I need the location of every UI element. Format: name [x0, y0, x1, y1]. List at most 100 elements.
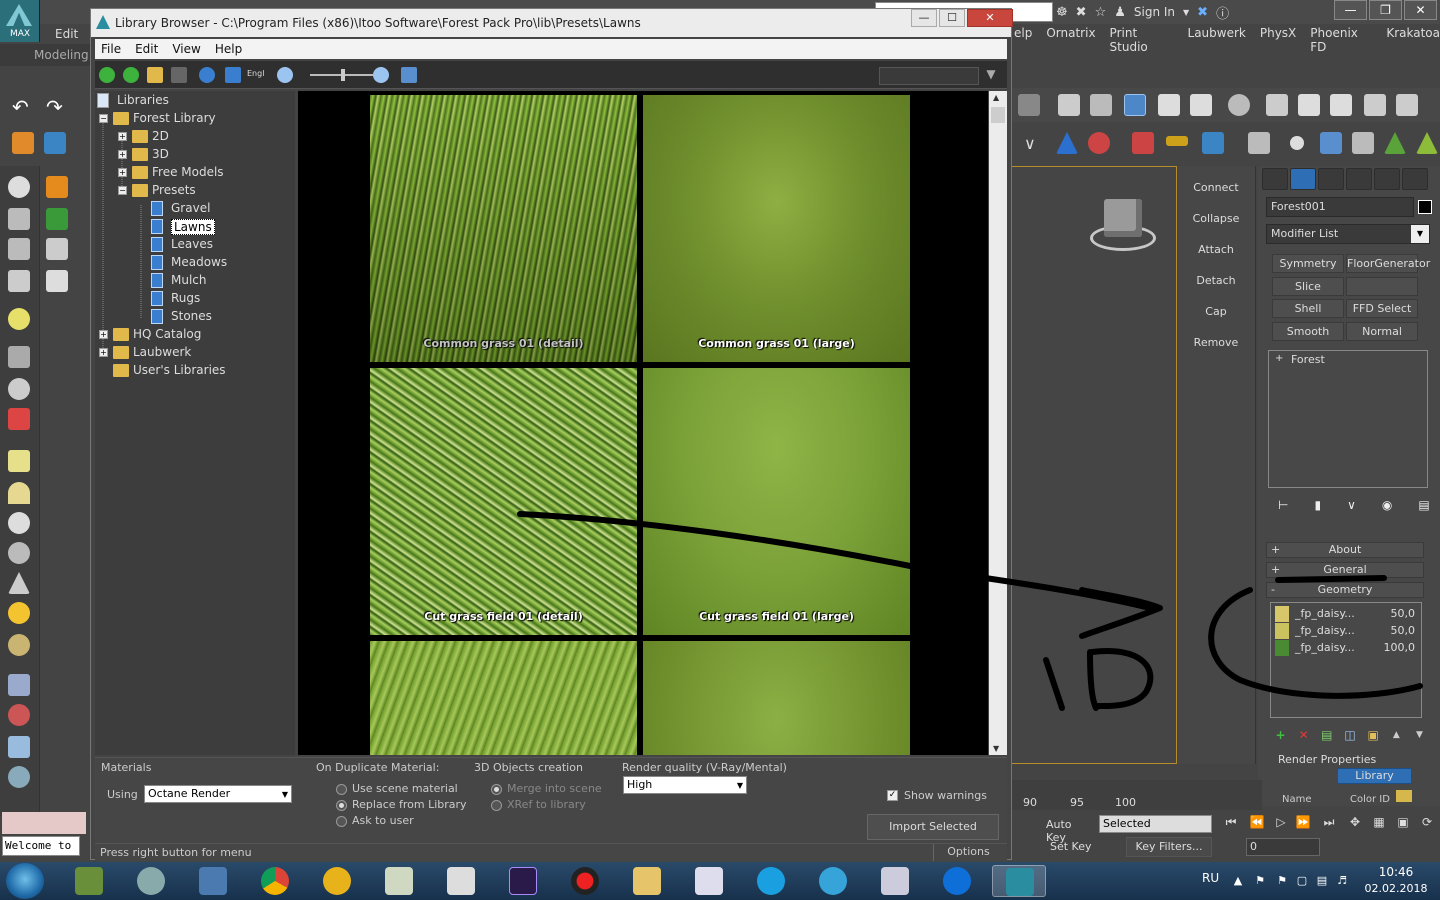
sign-in-link[interactable]: Sign In — [1134, 5, 1175, 19]
action-center-icon[interactable]: ⚑ — [1276, 874, 1288, 887]
modifier-list-dropdown[interactable]: Modifier List ▼ — [1266, 224, 1430, 244]
general-rollout[interactable]: + General — [1266, 562, 1424, 578]
maximize-button[interactable]: ☐ — [939, 9, 965, 27]
set-key-button[interactable]: Set Key — [1050, 840, 1096, 858]
ruler-icon[interactable] — [1166, 136, 1188, 146]
add-list-icon[interactable]: ▤ — [1318, 726, 1335, 744]
unlink-icon[interactable] — [44, 132, 66, 154]
taskbar-app-chrome[interactable] — [248, 865, 302, 897]
render-view-icon[interactable] — [8, 208, 30, 230]
molecule-icon[interactable] — [8, 704, 30, 726]
sort-icon[interactable] — [225, 67, 241, 83]
plane-icon[interactable] — [8, 450, 30, 472]
slice-button[interactable]: Slice — [1272, 277, 1344, 296]
color-id-swatch[interactable] — [1396, 790, 1412, 802]
sheet-icon[interactable] — [46, 270, 68, 292]
render-setup-icon[interactable] — [1266, 94, 1288, 116]
checklist-icon[interactable] — [401, 67, 417, 83]
create-tab-icon[interactable] — [1262, 168, 1288, 190]
motion-tab-icon[interactable] — [1346, 168, 1372, 190]
tree-icon[interactable] — [1416, 132, 1438, 154]
globe-icon[interactable] — [8, 378, 30, 400]
display-tab-icon[interactable] — [1374, 168, 1400, 190]
menu-phoenix-fd[interactable]: Phoenix FD — [1310, 26, 1372, 54]
library-button[interactable]: Library — [1337, 768, 1412, 784]
expand-icon[interactable]: + — [118, 132, 127, 141]
taskbar-app-after-effects[interactable] — [496, 865, 550, 897]
material-renderer-select[interactable]: Octane Render ▼ — [144, 785, 292, 803]
flag-icon[interactable]: ⚑ — [1254, 874, 1266, 887]
show-warnings-checkbox[interactable]: ✓ — [887, 790, 898, 801]
select-link-icon[interactable] — [12, 132, 34, 154]
expand-icon[interactable]: + — [118, 150, 127, 159]
close-button[interactable]: ✕ — [967, 9, 1013, 27]
light-bulb-icon[interactable] — [8, 308, 30, 330]
use-scene-material-radio[interactable]: Use scene material — [336, 782, 458, 795]
shell-button[interactable]: Shell — [1272, 299, 1344, 318]
thumbnail-item[interactable]: Cut grass field 01 (large) — [643, 368, 910, 635]
activeshade-icon[interactable] — [1396, 94, 1418, 116]
options-tab[interactable]: Options — [933, 844, 1003, 861]
film-icon[interactable] — [8, 408, 30, 430]
merge-into-scene-radio[interactable]: Merge into scene — [491, 782, 602, 795]
redo-icon[interactable]: ↷ — [46, 95, 63, 119]
move-down-icon[interactable]: ▼ — [1411, 726, 1428, 744]
import-selected-button[interactable]: Import Selected — [867, 814, 999, 840]
empty-modifier-button[interactable] — [1346, 277, 1418, 296]
disc-icon[interactable] — [8, 634, 30, 656]
particles-icon[interactable] — [8, 674, 30, 696]
object-name-field[interactable]: Forest001 — [1266, 197, 1414, 217]
paste-icon[interactable]: ▣ — [1365, 726, 1382, 744]
sphere-icon[interactable] — [1290, 136, 1304, 150]
menu-help[interactable]: Help — [215, 42, 242, 56]
copy-icon[interactable]: ◫ — [1341, 726, 1358, 744]
cone-icon[interactable] — [8, 572, 30, 594]
add-icon[interactable]: + — [1272, 726, 1289, 744]
clock-time[interactable]: 10:46 — [1366, 865, 1426, 879]
scatter-icon[interactable] — [1202, 132, 1224, 154]
minimize-button[interactable]: — — [1334, 0, 1367, 20]
taskbar-app-telegram[interactable] — [806, 865, 860, 897]
ask-to-user-radio[interactable]: Ask to user — [336, 814, 414, 827]
schematic-icon[interactable] — [1190, 94, 1212, 116]
zoom-in-icon[interactable] — [373, 67, 389, 83]
list-icon[interactable] — [8, 238, 30, 260]
laubwerk-icon[interactable] — [1132, 132, 1154, 154]
filter-icon[interactable]: ▼ — [983, 67, 999, 83]
utilities-tab-icon[interactable] — [1402, 168, 1428, 190]
xref-to-library-radio[interactable]: XRef to library — [491, 798, 586, 811]
symmetry-button[interactable]: Symmetry — [1272, 254, 1344, 273]
zoom-region-icon[interactable]: ▦ — [1368, 815, 1390, 835]
taskbar-app-skype[interactable] — [744, 865, 798, 897]
gear-icon[interactable] — [8, 766, 30, 788]
max-edit-menu[interactable]: Edit — [55, 27, 78, 41]
scene-explorer-icon[interactable] — [1124, 94, 1146, 116]
geometry-item[interactable]: _fp_daisy... 50,0 — [1273, 606, 1419, 622]
taskbar-app-folders[interactable] — [620, 865, 674, 897]
detach-button[interactable]: Detach — [1178, 274, 1254, 287]
curve-editor-icon[interactable] — [1158, 94, 1180, 116]
display-icon[interactable]: ▢ — [1296, 874, 1308, 887]
restore-button[interactable]: ❐ — [1369, 0, 1402, 20]
geometry-item[interactable]: _fp_daisy... 100,0 — [1273, 640, 1419, 656]
network-icon[interactable]: ▤ — [1316, 874, 1328, 887]
language-label[interactable]: Engl — [247, 69, 264, 78]
forward-icon[interactable] — [123, 67, 139, 83]
menu-file[interactable]: File — [101, 42, 121, 56]
table-icon[interactable] — [8, 270, 30, 292]
collapse-button[interactable]: Collapse — [1178, 212, 1254, 225]
previous-frame-icon[interactable]: ⏪ — [1246, 815, 1268, 835]
taskbar-app-21[interactable] — [310, 865, 364, 897]
exchange-icon[interactable]: ✖ — [1197, 5, 1208, 20]
volume-icon[interactable]: ♬ — [1336, 874, 1348, 887]
maxscript-mini-listener[interactable]: Welcome to — [2, 836, 80, 856]
thumbnail-item[interactable]: Common grass 01 (detail) — [370, 95, 637, 362]
max-application-button[interactable]: MAX — [0, 0, 40, 42]
stack-item-forest[interactable]: Forest — [1271, 353, 1425, 367]
thumbnail-item[interactable] — [370, 641, 637, 755]
thumbnail-item[interactable]: Common grass 01 (large) — [643, 95, 910, 362]
menu-laubwerk[interactable]: Laubwerk — [1188, 26, 1246, 44]
railclone-icon[interactable] — [1088, 132, 1110, 154]
frame-icon[interactable] — [8, 736, 30, 758]
show-hidden-icons-icon[interactable]: ▲ — [1232, 874, 1244, 887]
